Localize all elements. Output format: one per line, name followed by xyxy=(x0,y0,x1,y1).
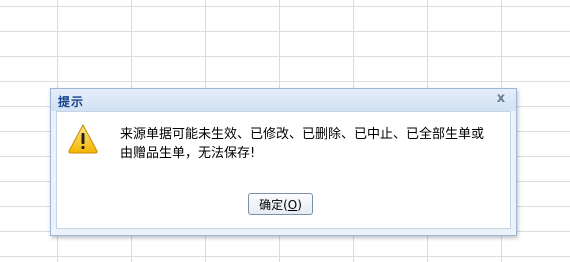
warning-icon xyxy=(68,123,98,154)
close-icon[interactable]: x xyxy=(494,92,508,106)
ok-label-key: O xyxy=(287,198,298,212)
dialog-body: 来源单据可能未生效、已修改、已删除、已中止、已全部生单或由赠品生单，无法保存! … xyxy=(56,111,511,229)
dialog-message: 来源单据可能未生效、已修改、已删除、已中止、已全部生单或由赠品生单，无法保存! xyxy=(120,127,485,161)
ok-label-prefix: 确定( xyxy=(259,198,288,212)
dialog-titlebar: 提示 x xyxy=(51,89,516,111)
ok-button[interactable]: 确定(O) xyxy=(248,193,313,215)
dialog-title: 提示 xyxy=(58,95,85,109)
alert-dialog: 提示 x 来源单据可能未生效、已修改、已删除、已中止、已全部生单或由赠品生单，无… xyxy=(50,88,517,236)
ok-label-suffix: ) xyxy=(297,198,302,212)
